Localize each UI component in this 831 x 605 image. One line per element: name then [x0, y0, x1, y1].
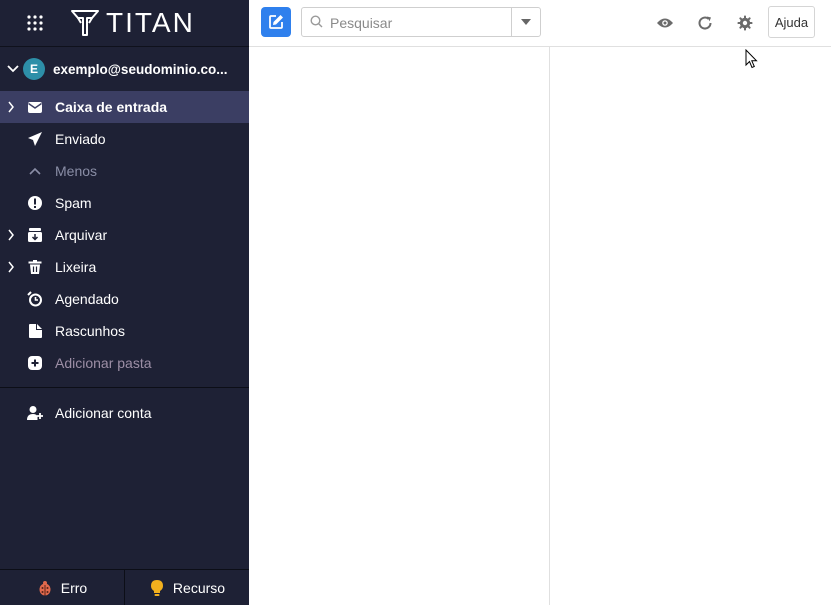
chevron-up-icon	[29, 167, 41, 175]
search-icon	[310, 15, 323, 28]
view-toggle-button[interactable]	[655, 13, 675, 33]
bug-icon	[39, 580, 51, 595]
folder-label: Caixa de entrada	[55, 99, 168, 115]
search-options-dropdown[interactable]	[511, 8, 540, 36]
settings-button[interactable]	[735, 13, 755, 33]
sidebar-divider	[0, 387, 249, 388]
add-folder-button[interactable]: Adicionar pasta	[0, 347, 249, 379]
folder-label: Lixeira	[55, 259, 97, 275]
add-account-label: Adicionar conta	[55, 405, 152, 421]
help-button[interactable]: Ajuda	[768, 6, 815, 38]
folder-inbox[interactable]: Caixa de entrada	[0, 91, 249, 123]
compose-icon	[269, 15, 283, 29]
folder-less-toggle[interactable]: Menos	[0, 155, 249, 187]
draft-icon	[29, 324, 42, 338]
gear-icon	[737, 15, 753, 31]
refresh-icon	[698, 16, 712, 30]
folder-label: Arquivar	[55, 227, 108, 243]
folder-sent[interactable]: Enviado	[0, 123, 249, 155]
folder-label: Menos	[55, 163, 98, 179]
sidebar-header: TITAN	[0, 0, 249, 47]
eye-icon	[657, 18, 673, 28]
folder-label: Rascunhos	[55, 323, 126, 339]
avatar: E	[23, 58, 45, 80]
sidebar: TITAN E exemplo@seudominio.co... Caixa d…	[0, 0, 249, 605]
chevron-right-icon[interactable]	[7, 261, 15, 273]
sidebar-footer: Erro Recurso	[0, 569, 249, 605]
trash-icon	[28, 260, 42, 274]
feature-label: Recurso	[172, 579, 226, 596]
folder-archive[interactable]: Arquivar	[0, 219, 249, 251]
chevron-right-icon[interactable]	[7, 101, 15, 113]
bug-label: Erro	[60, 579, 88, 596]
message-list-pane	[249, 47, 549, 605]
chevron-down-icon[interactable]	[6, 65, 20, 73]
logo-text: TITAN	[106, 7, 195, 38]
folder-label: Enviado	[55, 131, 106, 147]
app-grid-button[interactable]	[0, 0, 70, 46]
mouse-cursor-icon	[745, 49, 758, 69]
caret-down-icon	[521, 19, 531, 25]
grid-icon	[27, 15, 43, 31]
titan-logo: TITAN	[70, 7, 195, 39]
titan-logo-icon	[71, 10, 99, 36]
folder-spam[interactable]: Spam	[0, 187, 249, 219]
search-input[interactable]	[328, 12, 512, 34]
refresh-button[interactable]	[695, 13, 715, 33]
paper-plane-icon	[28, 132, 42, 146]
report-bug-button[interactable]: Erro	[0, 570, 124, 605]
main-toolbar: Ajuda	[249, 0, 831, 47]
folder-drafts[interactable]: Rascunhos	[0, 315, 249, 347]
plus-square-icon	[28, 356, 42, 370]
reading-pane	[550, 47, 831, 605]
folder-label: Agendado	[55, 291, 119, 307]
scheduled-clock-icon	[27, 291, 42, 307]
envelope-icon	[28, 102, 42, 113]
exclamation-circle-icon	[28, 196, 42, 210]
compose-button[interactable]	[261, 7, 291, 37]
chevron-right-icon[interactable]	[7, 229, 15, 241]
account-email: exemplo@seudominio.co...	[53, 61, 228, 77]
search-box	[301, 7, 541, 37]
account-row[interactable]: E exemplo@seudominio.co...	[0, 47, 249, 91]
lightbulb-icon	[150, 579, 163, 596]
feature-request-button[interactable]: Recurso	[124, 570, 249, 605]
folder-label: Adicionar pasta	[55, 355, 152, 371]
add-account-button[interactable]: Adicionar conta	[0, 389, 249, 437]
folder-trash[interactable]: Lixeira	[0, 251, 249, 283]
archive-icon	[28, 228, 42, 242]
folder-label: Spam	[55, 195, 92, 211]
add-user-icon	[27, 406, 43, 420]
folder-scheduled[interactable]: Agendado	[0, 283, 249, 315]
